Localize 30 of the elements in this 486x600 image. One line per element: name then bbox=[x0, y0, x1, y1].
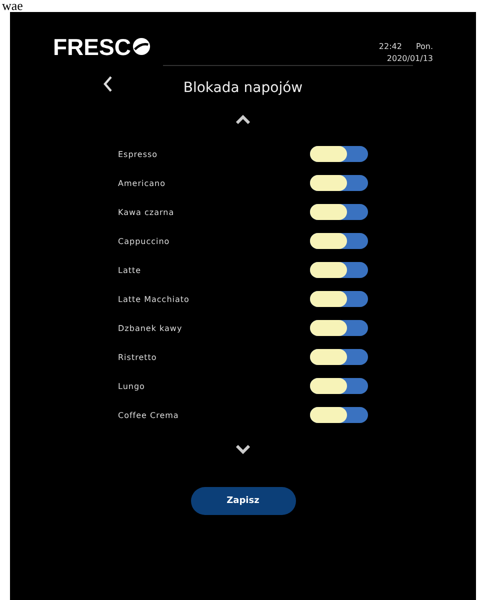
brand-logo: FRESC bbox=[53, 34, 131, 58]
drink-name: Espresso bbox=[118, 150, 158, 158]
back-icon[interactable] bbox=[103, 76, 113, 92]
drink-name: Dzbanek kawy bbox=[118, 324, 182, 332]
drink-name: Latte bbox=[118, 266, 142, 274]
drink-name: Americano bbox=[118, 178, 166, 188]
toggle-switch[interactable] bbox=[310, 146, 368, 162]
toggle-switch[interactable] bbox=[310, 204, 368, 220]
drink-name: Cappuccino bbox=[118, 236, 170, 246]
toggle-switch[interactable] bbox=[310, 262, 368, 278]
toggle-switch[interactable] bbox=[310, 175, 368, 191]
drink-name: Lungo bbox=[118, 382, 145, 390]
toggle-switch[interactable] bbox=[310, 349, 368, 365]
drink-name: Coffee Crema bbox=[118, 410, 179, 420]
page-title: Blokada napojów bbox=[183, 80, 303, 96]
day-text: Pon. bbox=[416, 42, 433, 51]
toggle-switch[interactable] bbox=[310, 407, 368, 423]
drink-name: Kawa czarna bbox=[118, 208, 174, 216]
caption-text: wae bbox=[2, 0, 23, 12]
scroll-up-icon[interactable] bbox=[235, 114, 251, 124]
toggle-switch[interactable] bbox=[310, 320, 368, 336]
scroll-down-icon[interactable] bbox=[235, 445, 251, 455]
time-text: 22:42 bbox=[378, 42, 402, 51]
save-button[interactable]: Zapisz bbox=[190, 487, 296, 515]
drink-name: Ristretto bbox=[118, 352, 157, 362]
toggle-switch[interactable] bbox=[310, 233, 368, 249]
toggle-switch[interactable] bbox=[310, 378, 368, 394]
toggle-switch[interactable] bbox=[310, 291, 368, 307]
date-text: 2020/01/13 bbox=[386, 54, 433, 63]
drink-name: Latte Macchiato bbox=[118, 294, 190, 304]
